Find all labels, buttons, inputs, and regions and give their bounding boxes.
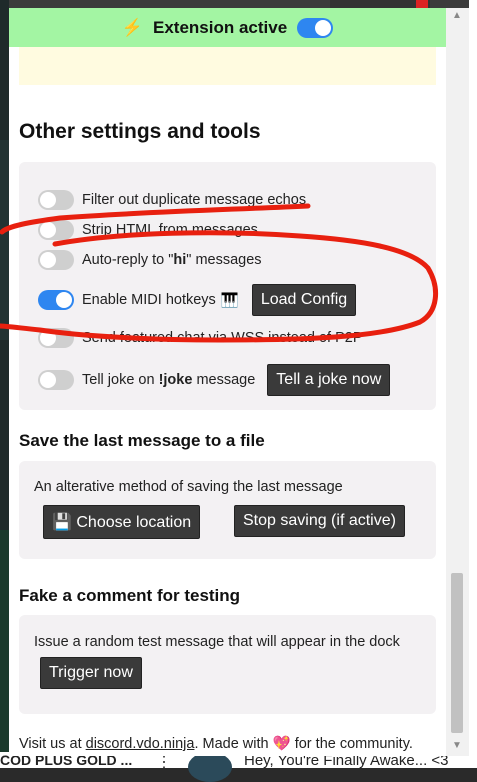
floppy-disk-icon: 💾 (52, 514, 72, 531)
channel-avatar[interactable] (188, 752, 232, 782)
strip-html-toggle[interactable] (38, 220, 74, 240)
scroll-down-arrow-icon[interactable]: ▼ (452, 740, 462, 751)
popup-scrollbar[interactable]: ▲ ▼ (446, 8, 469, 756)
fake-comment-card: Issue a random test message that will ap… (19, 615, 436, 714)
notification-badge (416, 0, 428, 8)
load-config-button[interactable]: Load Config (251, 284, 357, 316)
setting-label: Send featured chat via WSS instead of P2… (82, 330, 363, 346)
choose-location-button[interactable]: 💾 Choose location (43, 505, 201, 539)
setting-midi-hotkeys: Enable MIDI hotkeys 🎹 Load Config (38, 284, 357, 316)
heart-icon: 💖 (272, 736, 291, 752)
piano-icon: 🎹 (220, 292, 239, 309)
setting-strip-html: Strip HTML from messages (38, 220, 258, 240)
section-title-save-message: Save the last message to a file (19, 431, 265, 450)
lightning-bolt-icon: ⚡ (121, 17, 143, 37)
tell-joke-toggle[interactable] (38, 370, 74, 390)
setting-label: Tell joke on !joke message (82, 372, 256, 388)
section-title-other-settings: Other settings and tools (19, 120, 261, 143)
setting-auto-reply: Auto-reply to "hi" messages (38, 250, 262, 270)
save-description: An alterative method of saving the last … (34, 479, 343, 495)
trigger-now-button[interactable]: Trigger now (40, 657, 142, 689)
setting-filter-duplicates: Filter out duplicate message echos (38, 190, 306, 210)
scroll-up-arrow-icon[interactable]: ▲ (452, 10, 462, 21)
section-title-fake-comment: Fake a comment for testing (19, 586, 241, 605)
setting-featured-wss: Send featured chat via WSS instead of P2… (38, 328, 363, 348)
background-left-strip (0, 0, 9, 768)
background-right-strip (469, 0, 477, 768)
setting-label: Filter out duplicate message echos (82, 192, 307, 208)
extension-popup: ⚡ Extension active Other settings and to… (9, 8, 446, 756)
background-thumbnail (0, 140, 9, 340)
scroll-thumb[interactable] (451, 573, 463, 733)
tell-joke-button[interactable]: Tell a joke now (267, 364, 391, 396)
notice-box (19, 47, 436, 85)
setting-label: Auto-reply to "hi" messages (82, 252, 262, 268)
background-thumbnail (0, 530, 9, 768)
footer-credits: Visit us at discord.vdo.ninja. Made with… (19, 736, 413, 752)
extension-status-bar: ⚡ Extension active (9, 8, 446, 47)
setting-label: Enable MIDI hotkeys (82, 292, 216, 308)
extension-status-title: Extension active (153, 17, 288, 37)
featured-wss-toggle[interactable] (38, 328, 74, 348)
auto-reply-toggle[interactable] (38, 250, 74, 270)
discord-link[interactable]: discord.vdo.ninja (86, 736, 195, 752)
fake-description: Issue a random test message that will ap… (34, 634, 400, 650)
midi-hotkeys-toggle[interactable] (38, 290, 74, 310)
filter-duplicates-toggle[interactable] (38, 190, 74, 210)
setting-label: Strip HTML from messages (82, 222, 258, 238)
extension-active-toggle[interactable] (297, 17, 334, 38)
choose-location-label: Choose location (76, 514, 192, 531)
save-message-card: An alterative method of saving the last … (19, 461, 436, 559)
setting-tell-joke: Tell joke on !joke message Tell a joke n… (38, 364, 391, 396)
stop-saving-button[interactable]: Stop saving (if active) (234, 505, 405, 537)
other-settings-card: Filter out duplicate message echos Strip… (19, 162, 436, 410)
background-top-icons (330, 0, 430, 8)
